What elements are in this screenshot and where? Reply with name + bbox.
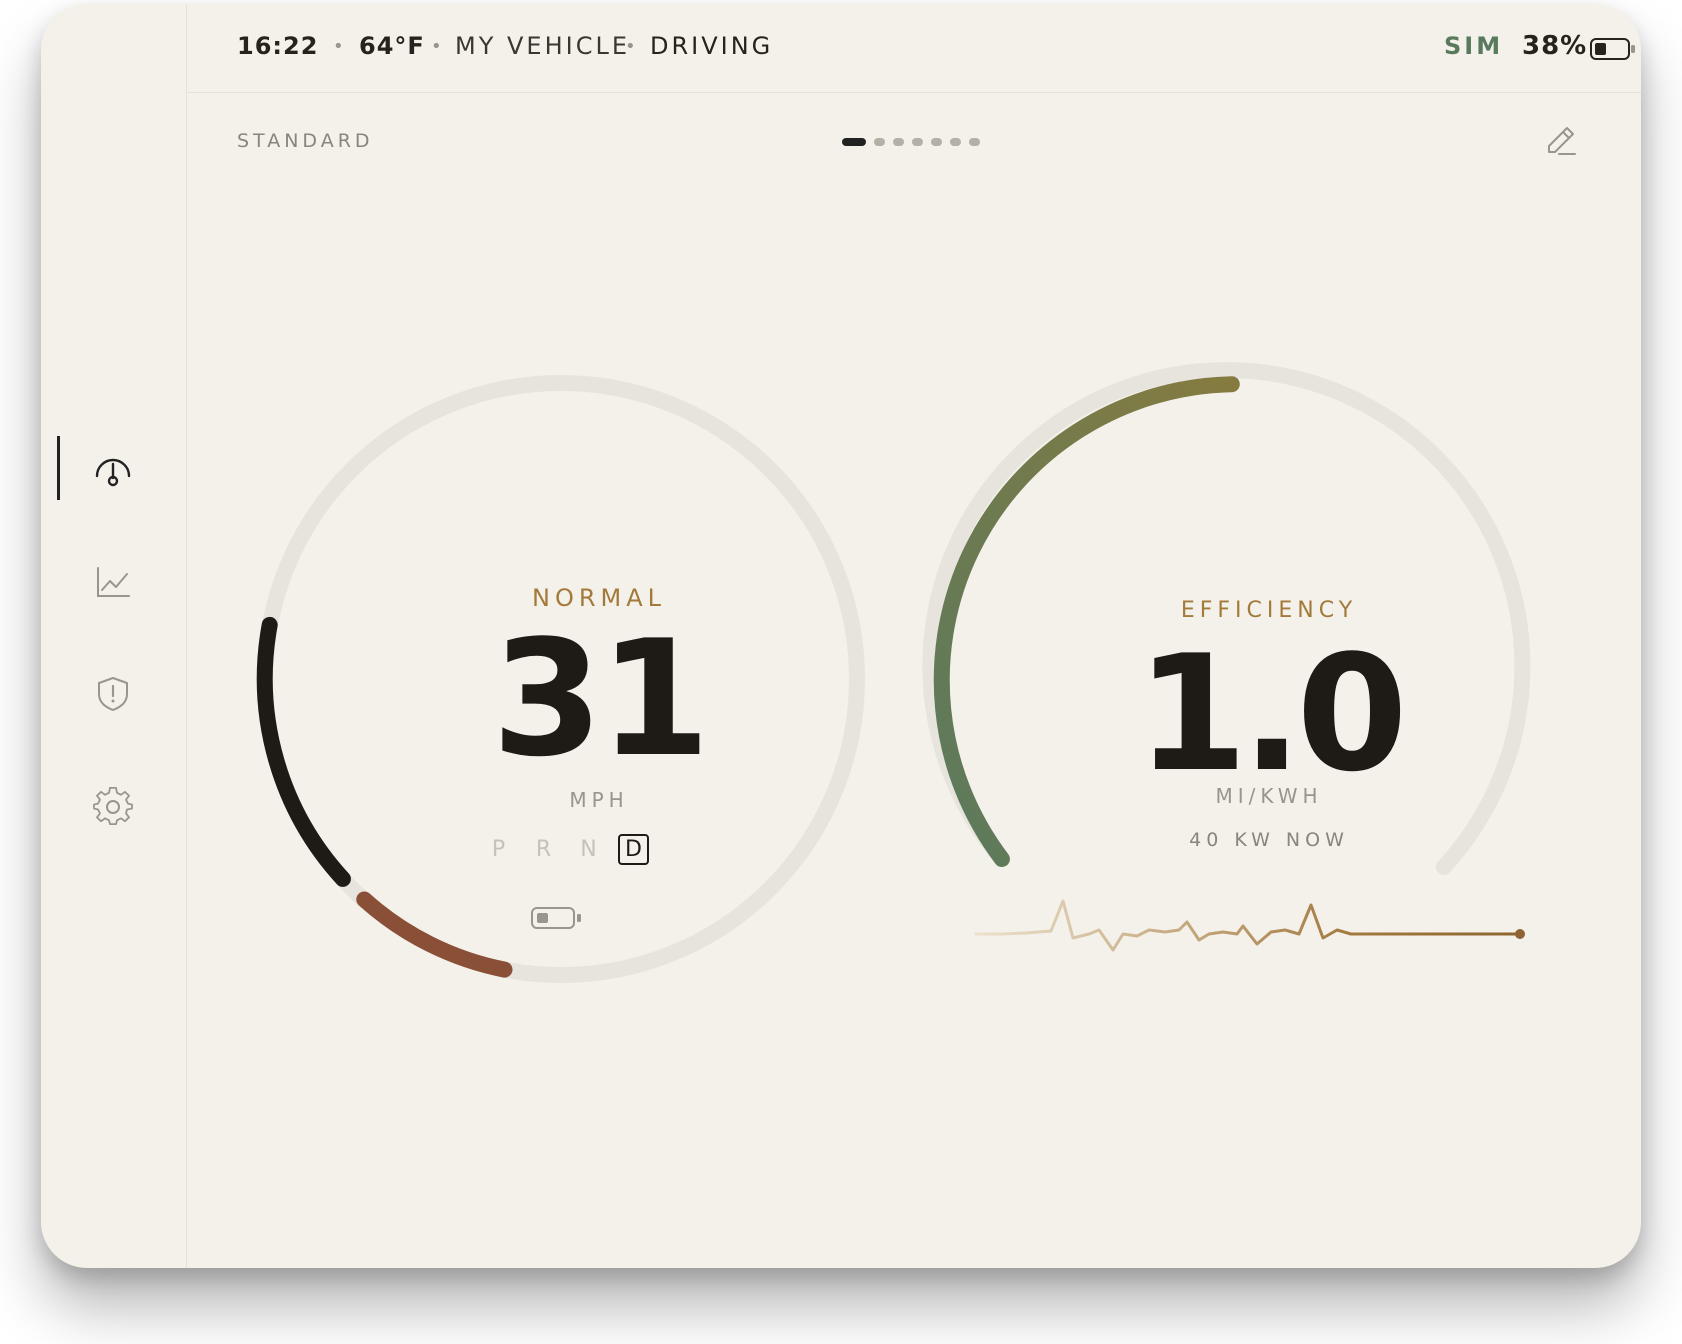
gear-d[interactable]: D	[618, 834, 649, 865]
power-now: 40 KW NOW	[1189, 829, 1349, 851]
speed-arc	[256, 616, 351, 887]
dashboard-screen: 16:22 • 64°F • MY VEHICLE • DRIVING SIM …	[41, 4, 1641, 1268]
battery-arc	[356, 891, 513, 978]
sparkline-end-dot	[1515, 929, 1525, 939]
gear-selector: P R N D	[483, 834, 649, 865]
efficiency-sparkline	[974, 899, 1521, 952]
gear-n[interactable]: N	[573, 834, 604, 865]
gear-p[interactable]: P	[483, 834, 514, 865]
efficiency-value: 1.0	[1136, 620, 1407, 807]
speed-value: 31	[491, 605, 711, 792]
gear-r[interactable]: R	[528, 834, 559, 865]
efficiency-unit: MI/KWH	[1215, 784, 1323, 808]
gauge-battery-icon	[531, 907, 581, 929]
speed-unit: MPH	[569, 788, 629, 812]
